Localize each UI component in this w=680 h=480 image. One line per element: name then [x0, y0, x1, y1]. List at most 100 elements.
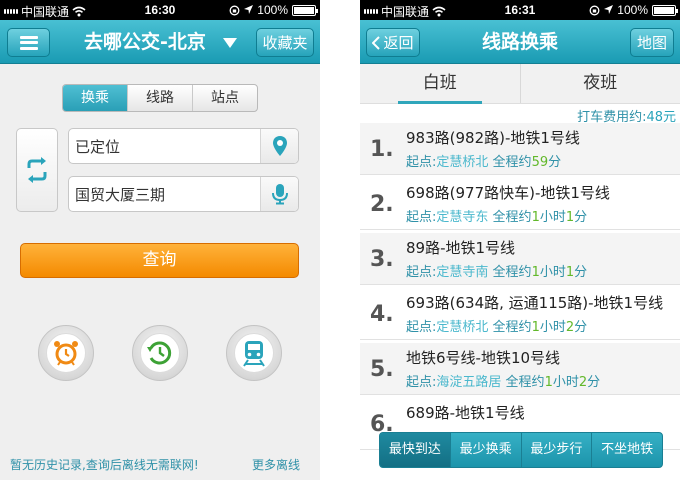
start-label: 起点:: [406, 265, 437, 280]
start-stop: 定慧桥北: [436, 155, 489, 170]
back-button[interactable]: 返回: [366, 28, 420, 57]
destination-input[interactable]: [69, 177, 261, 211]
home-screen: 中国联通 16:30 100% 去哪公交-北京 收藏夹 换乘 线路 站点 已定位…: [0, 0, 320, 480]
route-index: 2.: [370, 192, 394, 217]
nav-bar: 去哪公交-北京 收藏夹: [0, 20, 320, 64]
history-empty-text: 暂无历史记录,查询后离线无需联网!: [10, 458, 199, 472]
filter-no-subway[interactable]: 不坐地铁: [591, 433, 662, 467]
nav-bar: 返回 线路换乘 地图: [360, 20, 680, 64]
route-meta: 起点:定慧桥北 全程约1小时2分: [406, 316, 587, 335]
minute-unit: 分: [574, 210, 588, 225]
total-label: 全程约: [492, 210, 532, 225]
total-label: 全程约: [505, 375, 545, 390]
map-button[interactable]: 地图: [630, 28, 674, 57]
tab-night-shift[interactable]: 夜班: [519, 64, 680, 103]
duration-minutes: 59: [531, 155, 549, 170]
hour-unit: 小时: [539, 320, 566, 335]
swap-icon: [27, 157, 47, 183]
duration-minutes: 2: [578, 375, 588, 390]
sort-filter-bar: 最快到达 最少换乘 最少步行 不坐地铁: [379, 432, 663, 468]
duration-hours: 1: [531, 210, 540, 225]
duration-minutes: 1: [565, 265, 575, 280]
battery-icon: [652, 4, 678, 16]
route-meta: 起点:定慧桥北 全程约59分: [406, 151, 561, 170]
start-label: 起点:: [406, 155, 437, 170]
mode-stop-tab[interactable]: 站点: [192, 85, 257, 111]
route-meta: 起点:定慧寺南 全程约1小时1分: [406, 261, 587, 280]
alarm-button[interactable]: [38, 325, 94, 381]
route-item[interactable]: 3. 89路-地铁1号线 起点:定慧寺南 全程约1小时1分: [360, 233, 680, 285]
orientation-lock-icon: [229, 5, 240, 15]
minute-unit: 分: [548, 155, 562, 170]
filter-fewest-transfers[interactable]: 最少换乘: [449, 433, 521, 467]
microphone-icon: [271, 184, 288, 205]
filter-least-walking[interactable]: 最少步行: [520, 433, 592, 467]
route-index: 5.: [370, 357, 394, 382]
origin-field: [68, 128, 299, 164]
location-arrow-icon: [604, 5, 614, 14]
location-button[interactable]: [260, 129, 298, 163]
page-title: 线路换乘: [481, 31, 558, 53]
swap-button[interactable]: [16, 128, 58, 212]
battery-percent: 100%: [257, 3, 288, 17]
duration-minutes: 2: [565, 320, 575, 335]
menu-icon: [19, 35, 38, 50]
hour-unit: 小时: [539, 265, 566, 280]
route-item[interactable]: 2. 698路(977路快车)-地铁1号线 起点:定慧寺东 全程约1小时1分: [360, 178, 680, 230]
duration-minutes: 1: [565, 210, 575, 225]
favorites-button[interactable]: 收藏夹: [256, 28, 314, 57]
location-arrow-icon: [244, 5, 254, 14]
start-label: 起点:: [406, 210, 437, 225]
mode-line-tab[interactable]: 线路: [127, 85, 192, 111]
menu-button[interactable]: [7, 28, 50, 57]
history-button[interactable]: [132, 325, 188, 381]
start-stop: 海淀五路居: [436, 375, 502, 390]
back-label: 返回: [383, 34, 414, 52]
dropdown-caret-icon[interactable]: [223, 38, 237, 48]
battery-icon: [292, 4, 318, 16]
destination-field: [68, 176, 299, 212]
back-arrow-icon: [372, 35, 381, 50]
route-name: 698路(977路快车)-地铁1号线: [406, 184, 610, 202]
start-stop: 定慧寺东: [436, 210, 489, 225]
more-offline-link[interactable]: 更多离线: [252, 456, 300, 473]
orientation-lock-icon: [589, 5, 600, 15]
route-item[interactable]: 4. 693路(634路, 运通115路)-地铁1号线 起点:定慧桥北 全程约1…: [360, 288, 680, 340]
page-title[interactable]: 去哪公交-北京: [60, 20, 230, 64]
duration-hours: 1: [531, 265, 540, 280]
route-index: 3.: [370, 247, 394, 272]
minute-unit: 分: [574, 320, 588, 335]
train-icon: [243, 341, 265, 367]
voice-input-button[interactable]: [260, 177, 298, 211]
battery-percent: 100%: [617, 3, 648, 17]
total-label: 全程约: [492, 155, 532, 170]
subway-button[interactable]: [226, 325, 282, 381]
start-stop: 定慧寺南: [436, 265, 489, 280]
route-item[interactable]: 1. 983路(982路)-地铁1号线 起点:定慧桥北 全程约59分: [360, 123, 680, 175]
route-name: 689路-地铁1号线: [406, 404, 525, 422]
tab-day-shift[interactable]: 白班: [360, 64, 520, 104]
start-stop: 定慧桥北: [436, 320, 489, 335]
query-button[interactable]: 查询: [20, 243, 299, 278]
total-label: 全程约: [492, 320, 532, 335]
total-label: 全程约: [492, 265, 532, 280]
location-pin-icon: [272, 136, 287, 156]
status-bar: 中国联通 16:30 100%: [0, 0, 320, 20]
route-name: 地铁6号线-地铁10号线: [406, 349, 561, 367]
start-label: 起点:: [406, 375, 437, 390]
route-index: 4.: [370, 302, 394, 327]
route-index: 1.: [370, 137, 394, 162]
origin-input[interactable]: [69, 129, 261, 163]
route-item[interactable]: 5. 地铁6号线-地铁10号线 起点:海淀五路居 全程约1小时2分: [360, 343, 680, 395]
duration-hours: 1: [531, 320, 540, 335]
duration-hours: 1: [544, 375, 553, 390]
hour-unit: 小时: [539, 210, 566, 225]
minute-unit: 分: [587, 375, 601, 390]
status-bar: 中国联通 16:31 100%: [360, 0, 680, 20]
route-name: 983路(982路)-地铁1号线: [406, 129, 580, 147]
mode-segmented-control: 换乘 线路 站点: [62, 84, 258, 112]
history-clock-icon: [147, 341, 172, 365]
results-screen: 中国联通 16:31 100% 返回 线路换乘 地图 白班 夜班 打车费用约:4…: [360, 0, 680, 480]
mode-transfer-tab[interactable]: 换乘: [63, 85, 127, 111]
filter-fastest[interactable]: 最快到达: [380, 433, 450, 467]
